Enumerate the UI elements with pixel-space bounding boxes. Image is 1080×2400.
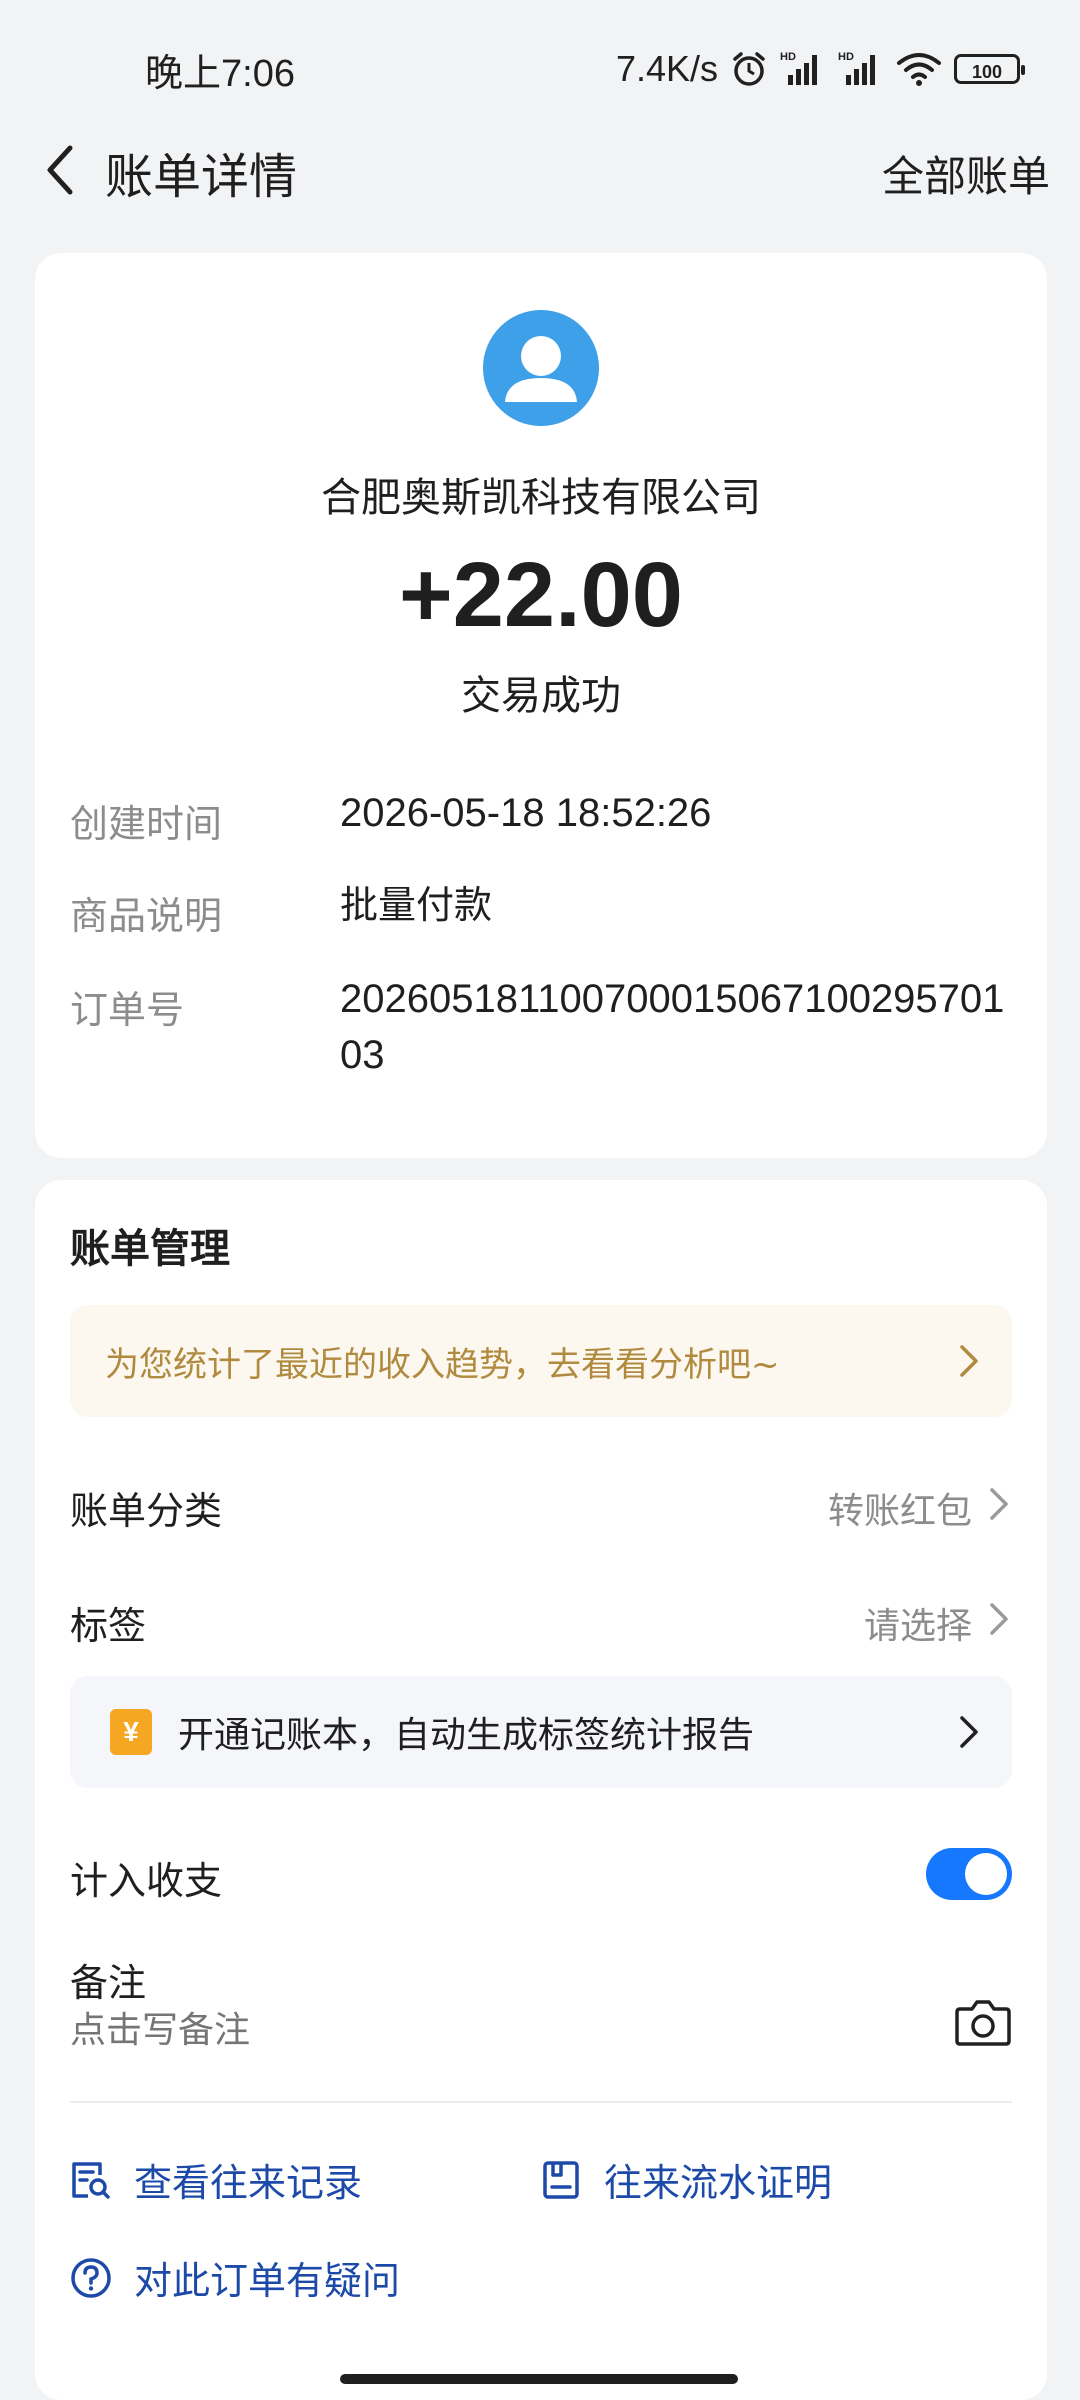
- network-speed: 7.4K/s: [615, 48, 718, 89]
- page-title: 账单详情: [105, 149, 298, 205]
- signal-hd-icon-1: HD: [780, 49, 826, 89]
- order-number-value: 20260518110070001506710029570103: [340, 977, 1005, 1077]
- status-icons: 7.4K/s HD HD 100: [615, 42, 1025, 96]
- all-bills-link[interactable]: 全部账单: [882, 143, 1050, 204]
- tag-value: 请选择: [863, 1606, 972, 1647]
- ledger-coupon-icon: ¥: [110, 1709, 152, 1755]
- order-number-label: 订单号: [70, 988, 185, 1032]
- chevron-right-icon: [960, 1345, 978, 1377]
- remark-label: 备注: [70, 1961, 147, 2005]
- camera-button[interactable]: [954, 1995, 1012, 2049]
- product-desc-label: 商品说明: [70, 894, 223, 938]
- category-value: 转账红包: [827, 1491, 972, 1532]
- divider: [70, 2101, 1012, 2103]
- remark-input[interactable]: [70, 2010, 930, 2051]
- flow-proof-text: 往来流水证明: [604, 2161, 833, 2205]
- product-desc-value: 批量付款: [340, 883, 493, 927]
- category-label: 账单分类: [70, 1489, 223, 1533]
- status-time: 晚上7:06: [145, 53, 295, 95]
- toggle-knob: [965, 1853, 1007, 1895]
- back-arrow-icon: [47, 145, 73, 195]
- order-question-text: 对此订单有疑问: [134, 2259, 401, 2303]
- income-trend-banner[interactable]: 为您统计了最近的收入趋势，去看看分析吧~: [70, 1305, 1012, 1417]
- chevron-right-icon: [960, 1716, 978, 1748]
- chevron-right-icon: [990, 1603, 1008, 1635]
- svg-text:HD: HD: [780, 51, 796, 63]
- order-question-link[interactable]: 对此订单有疑问: [70, 2250, 400, 2305]
- include-label: 计入收支: [70, 1859, 223, 1903]
- back-button[interactable]: [25, 135, 95, 205]
- tag-label: 标签: [70, 1604, 147, 1648]
- flow-proof-link[interactable]: 往来流水证明: [540, 2152, 832, 2207]
- merchant-name: 合肥奥斯凯科技有限公司: [321, 475, 761, 521]
- ledger-text: 开通记账本，自动生成标签统计报告: [178, 1715, 755, 1756]
- promo-text: 为您统计了最近的收入趋势，去看看分析吧~: [105, 1345, 780, 1385]
- alarm-icon: [730, 50, 768, 88]
- bill-management-card: 账单管理 为您统计了最近的收入趋势，去看看分析吧~ 账单分类 转账红包 标签 请…: [35, 1180, 1047, 2400]
- home-indicator[interactable]: [340, 2374, 738, 2384]
- records-search-icon: [72, 2161, 110, 2199]
- svg-text:HD: HD: [838, 51, 854, 63]
- created-time-value: 2026-05-18 18:52:26: [340, 791, 712, 835]
- wifi-icon: [896, 50, 942, 88]
- chevron-right-icon: [990, 1488, 1008, 1520]
- transaction-card: 合肥奥斯凯科技有限公司 +22.00 交易成功 创建时间 2026-05-18 …: [35, 253, 1047, 1158]
- camera-icon: [955, 2000, 1011, 2046]
- transaction-amount: +22.00: [399, 544, 683, 646]
- document-icon: [543, 2160, 579, 2199]
- battery-icon: 100: [954, 54, 1025, 84]
- created-time-label: 创建时间: [70, 802, 223, 846]
- ledger-banner[interactable]: ¥ 开通记账本，自动生成标签统计报告: [70, 1676, 1012, 1788]
- user-icon: [505, 336, 577, 402]
- include-toggle[interactable]: [926, 1848, 1012, 1900]
- view-records-link[interactable]: 查看往来记录: [70, 2152, 362, 2207]
- question-icon: [71, 2257, 111, 2298]
- transaction-status: 交易成功: [461, 673, 621, 719]
- signal-hd-icon-2: HD: [838, 49, 884, 89]
- view-records-text: 查看往来记录: [134, 2161, 363, 2205]
- nav-header: 账单详情 全部账单: [0, 115, 1080, 225]
- merchant-avatar: [483, 310, 599, 426]
- section-title: 账单管理: [70, 1226, 230, 1272]
